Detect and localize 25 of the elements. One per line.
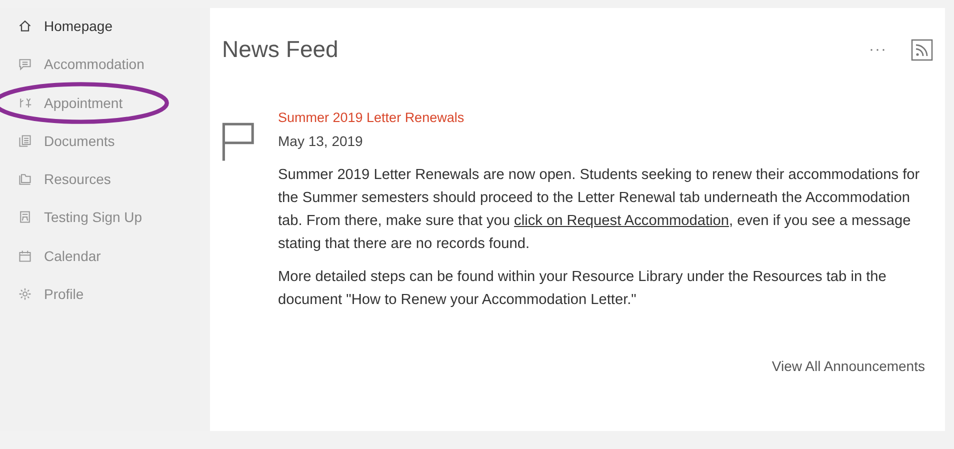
sidebar-item[interactable]: Profile [0,280,210,308]
sidebar-item[interactable]: Calendar [0,242,210,270]
sidebar-item[interactable]: Homepage [0,12,210,40]
sidebar-item[interactable]: Appointment [0,88,210,117]
message-icon [18,57,32,72]
request-accommodation-link[interactable]: click on Request Accommodation [514,213,730,229]
sidebar-item[interactable]: Resources [0,165,210,194]
announcement-date: May 13, 2019 [278,133,364,149]
view-all-announcements-link[interactable]: View All Announcements [772,358,925,374]
gear-icon [18,287,32,302]
calendar-icon [18,248,32,263]
sidebar-item[interactable]: Testing Sign Up [0,203,210,232]
form-icon [18,210,32,224]
announcement-title-link[interactable]: Summer 2019 Letter Renewals [278,110,464,125]
announcement-paragraph: More detailed steps can be found within your Resource Library under the Resources tab in the document "How to Renew your Accommodation Letter." [278,268,888,310]
sidebar-item[interactable]: Accommodation [0,50,210,78]
announcement-paragraph: Summer 2019 Letter Renewals are now open. Students seeking to renew their accommodations for the Summer semesters should proceed to the Letter Renewal tab underneath the Accommodation tab. From there, make sure that you click on Request Accommodation, even if you see a message stating that there are no records found. [278,166,921,254]
news-feed-title: News Feed [222,36,338,63]
sidebar-item[interactable]: Documents [0,126,210,155]
folder-icon [18,172,32,186]
home-icon [18,19,32,33]
rss-icon[interactable] [911,38,933,60]
more-menu-button[interactable]: ··· [865,41,891,58]
flag-icon [222,122,256,162]
documents-icon [18,134,32,148]
